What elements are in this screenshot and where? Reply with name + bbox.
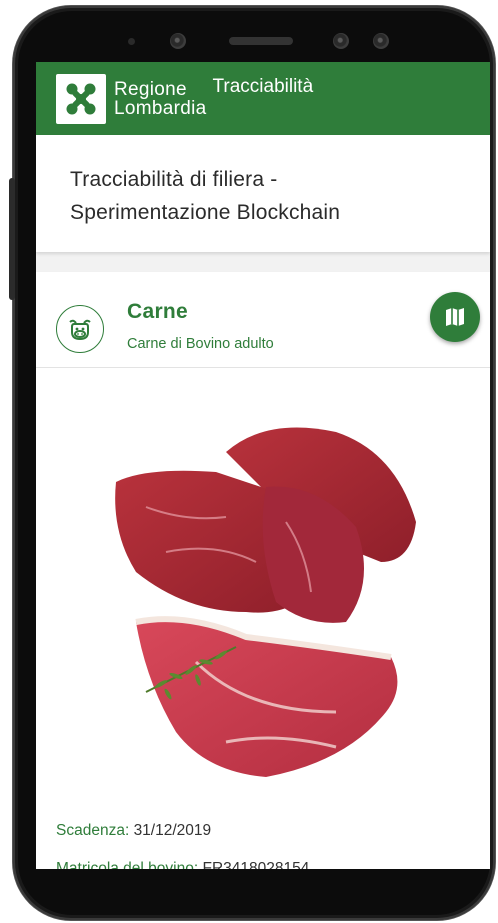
detail-cattle-id-value: FR3418028154 bbox=[202, 860, 310, 869]
product-name: Carne bbox=[127, 300, 189, 323]
front-sensor-left bbox=[333, 33, 349, 49]
map-icon bbox=[446, 308, 464, 326]
page-title: Tracciabilità di filiera - Sperimentazio… bbox=[70, 163, 456, 229]
brand-name: Regione Lombardia bbox=[114, 80, 206, 118]
page-title-card: Tracciabilità di filiera - Sperimentazio… bbox=[36, 135, 490, 252]
product-card: Carne Carne di Bovino adulto Scadenza: 3… bbox=[36, 272, 490, 869]
detail-cattle-id: Matricola del bovino: FR3418028154 bbox=[56, 860, 309, 869]
app-title: Tracciabilità bbox=[212, 76, 314, 97]
app-header: Regione Lombardia Tracciabilità bbox=[36, 62, 490, 135]
phone-speaker bbox=[229, 37, 293, 45]
app-screen: Regione Lombardia Tracciabilità Tracciab… bbox=[36, 62, 490, 869]
product-header: Carne Carne di Bovino adulto bbox=[36, 272, 490, 368]
page-title-line-1: Tracciabilità di filiera - bbox=[70, 168, 278, 191]
beef-meat-image bbox=[115, 427, 416, 777]
product-subtitle: Carne di Bovino adulto bbox=[127, 336, 274, 352]
phone-sensor bbox=[128, 38, 135, 45]
brand-line-2: Lombardia bbox=[114, 97, 207, 119]
product-avatar bbox=[56, 305, 104, 353]
page-title-line-2: Sperimentazione Blockchain bbox=[70, 201, 341, 224]
detail-expiry-label: Scadenza: bbox=[56, 822, 130, 839]
cow-icon bbox=[69, 319, 91, 340]
map-button[interactable] bbox=[430, 292, 480, 342]
brand-line-1: Regione bbox=[114, 78, 187, 100]
detail-expiry-value: 31/12/2019 bbox=[133, 822, 212, 839]
detail-expiry: Scadenza: 31/12/2019 bbox=[56, 822, 211, 840]
detail-cattle-id-label: Matricola del bovino: bbox=[56, 860, 199, 869]
front-sensor-right bbox=[373, 33, 389, 49]
front-camera bbox=[170, 33, 186, 49]
regione-lombardia-logo-icon[interactable] bbox=[56, 73, 106, 124]
phone-side-button bbox=[9, 178, 15, 300]
